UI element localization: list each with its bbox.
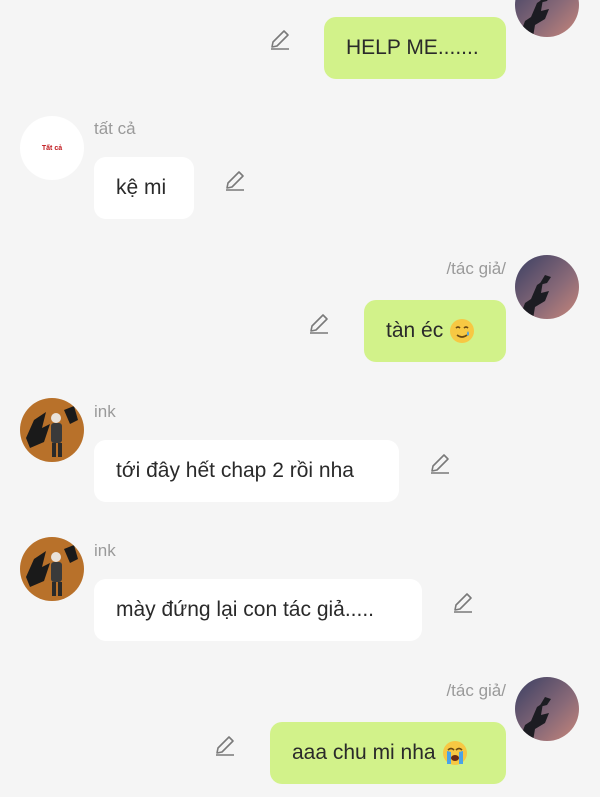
author-avatar[interactable] [515, 255, 579, 319]
sender-name: ink [94, 541, 116, 560]
sender-name: /tác giả/ [446, 259, 506, 278]
sender-name: tất cả [94, 119, 136, 138]
message-text: tàn éc [386, 319, 444, 342]
message-bubble[interactable]: tới đây hết chap 2 rồi nha [94, 440, 399, 502]
message-text: aaa chu mi nha [292, 741, 436, 764]
ink-avatar[interactable] [20, 398, 84, 462]
pencil-edit-icon[interactable] [213, 733, 237, 757]
pencil-edit-icon[interactable] [451, 590, 475, 614]
pencil-edit-icon[interactable] [223, 168, 247, 192]
message-text: kệ mi [116, 176, 167, 199]
sender-name: /tác giả/ [446, 681, 506, 700]
pencil-edit-icon[interactable] [307, 311, 331, 335]
author-avatar[interactable] [515, 677, 579, 741]
message-bubble[interactable]: kệ mi [94, 157, 194, 219]
author-avatar[interactable] [515, 0, 579, 37]
message-bubble[interactable]: tàn éc [364, 300, 506, 362]
ink-avatar[interactable] [20, 537, 84, 601]
message-text: tới đây hết chap 2 rồi nha [116, 459, 354, 482]
message-bubble[interactable]: mày đứng lại con tác giả..... [94, 579, 422, 641]
pencil-edit-icon[interactable] [268, 27, 292, 51]
avatar-label: Tất cả [41, 144, 63, 152]
message-text: HELP ME....... [346, 36, 479, 59]
smiling-face-with-tear-icon [449, 318, 475, 344]
sender-name: ink [94, 402, 116, 421]
loudly-crying-face-icon [442, 740, 468, 766]
tat-ca-avatar[interactable]: Tất cả [20, 116, 84, 180]
message-bubble[interactable]: HELP ME....... [324, 17, 506, 79]
pencil-edit-icon[interactable] [428, 451, 452, 475]
message-bubble[interactable]: aaa chu mi nha [270, 722, 506, 784]
message-text: mày đứng lại con tác giả..... [116, 598, 375, 621]
